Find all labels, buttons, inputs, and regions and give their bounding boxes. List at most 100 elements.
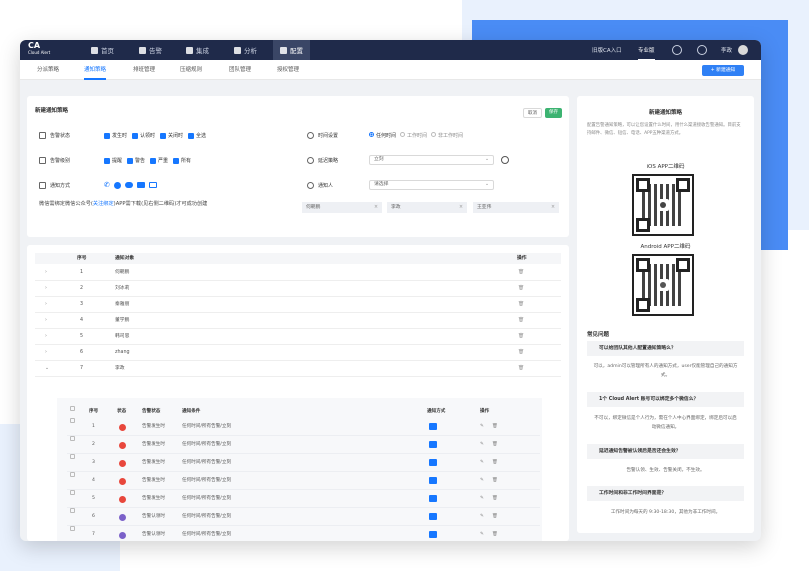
expand-chevron-icon[interactable]: › xyxy=(45,281,47,297)
trash-icon[interactable]: 🗑 xyxy=(518,329,524,345)
trash-icon[interactable]: 🗑 xyxy=(492,490,498,508)
table-row[interactable]: ⌄ 7 李政 🗑 xyxy=(35,361,561,377)
checkbox-remind[interactable]: 提醒 xyxy=(104,157,122,164)
row-name: 秦雅丽 xyxy=(115,302,130,307)
expand-chevron-icon[interactable]: › xyxy=(45,265,47,281)
status-icon xyxy=(39,132,46,139)
nav-config[interactable]: 配置 xyxy=(273,40,310,60)
delay-select[interactable]: 立刻 ⌄ xyxy=(369,155,494,165)
edit-icon[interactable]: ✎ xyxy=(480,526,484,541)
table-row[interactable]: › 2 刘冰莉 🗑 xyxy=(35,281,561,297)
close-icon[interactable]: × xyxy=(374,202,378,213)
table-row[interactable]: › 3 秦雅丽 🗑 xyxy=(35,297,561,313)
trash-icon[interactable]: 🗑 xyxy=(518,361,524,377)
tab-compress[interactable]: 压缩规则 xyxy=(180,60,202,80)
checkbox-critical[interactable]: 严重 xyxy=(150,157,168,164)
tab-notify-policy[interactable]: 通知策略 xyxy=(84,60,107,80)
expand-chevron-icon[interactable]: ⌄ xyxy=(45,361,49,377)
close-icon[interactable]: × xyxy=(551,202,555,213)
user-name[interactable]: 李政 xyxy=(721,40,732,60)
checkbox-all-severity[interactable]: 所有 xyxy=(173,157,191,164)
sms-icon[interactable] xyxy=(148,182,157,188)
notifier-tag[interactable]: 何朝鹏 × xyxy=(302,202,382,213)
avatar[interactable] xyxy=(738,45,748,55)
subtable-row[interactable]: 1 告警发生时 任何时间/所有告警/立刻 ✎ 🗑 xyxy=(67,418,540,436)
nav-integration[interactable]: 集成 xyxy=(179,40,216,60)
help-sidebar: 新建通知策略 配置告警通知策略，可以让您设置什么时间，用什么渠道接收告警通知。目… xyxy=(577,96,754,533)
subtable-row[interactable]: 2 告警发生时 任何时间/所有告警/立刻 ✎ 🗑 xyxy=(67,436,540,454)
notifier-tag[interactable]: 李政 × xyxy=(387,202,467,213)
expand-chevron-icon[interactable]: › xyxy=(45,313,47,329)
add-notify-button[interactable]: + 新建通知 xyxy=(702,65,744,76)
notifier-select[interactable]: 请选择 ⌄ xyxy=(369,180,494,190)
nav-alerts[interactable]: 告警 xyxy=(132,40,169,60)
help-icon[interactable] xyxy=(697,45,707,55)
radio-nonwork-time[interactable]: 非工作时间 xyxy=(431,132,463,139)
phone-icon[interactable]: ✆ xyxy=(104,181,110,189)
table-row[interactable]: › 4 董学鹏 🗑 xyxy=(35,313,561,329)
trash-icon[interactable]: 🗑 xyxy=(518,281,524,297)
trash-icon[interactable]: 🗑 xyxy=(518,265,524,281)
edit-icon[interactable]: ✎ xyxy=(480,436,484,454)
trash-icon[interactable]: 🗑 xyxy=(492,436,498,454)
faq-question[interactable]: 可以给团队其他人配置通知策略么？ xyxy=(587,341,744,356)
subtable-row[interactable]: 3 告警发生时 任何时间/所有告警/立刻 ✎ 🗑 xyxy=(67,454,540,472)
checkbox-close[interactable]: 关闭时 xyxy=(160,132,183,139)
cancel-button[interactable]: 取消 xyxy=(523,108,542,118)
nav-home[interactable]: 首页 xyxy=(84,40,121,60)
info-icon[interactable] xyxy=(501,156,509,164)
trash-icon[interactable]: 🗑 xyxy=(518,313,524,329)
edit-icon[interactable]: ✎ xyxy=(480,490,484,508)
expand-chevron-icon[interactable]: › xyxy=(45,345,47,361)
alert-status-label: 告警状态 xyxy=(39,132,70,139)
checkbox-warning[interactable]: 警告 xyxy=(127,157,145,164)
table-row[interactable]: › 1 何朝鹏 🗑 xyxy=(35,265,561,281)
settings-icon[interactable] xyxy=(672,45,682,55)
radio-any-time[interactable]: 任何时间 xyxy=(369,132,396,139)
mail-icon[interactable] xyxy=(136,182,145,188)
expand-chevron-icon[interactable]: › xyxy=(45,329,47,345)
close-icon[interactable]: × xyxy=(459,202,463,213)
nav-analysis[interactable]: 分析 xyxy=(227,40,264,60)
pro-edition-link[interactable]: 专业版 xyxy=(638,40,655,60)
wechat-icon[interactable] xyxy=(124,182,133,188)
subtable-row[interactable]: 4 告警发生时 任何时间/所有告警/立刻 ✎ 🗑 xyxy=(67,472,540,490)
table-row[interactable]: › 6 zhang 🗑 xyxy=(35,345,561,361)
tab-schedule[interactable]: 排班管理 xyxy=(133,60,155,80)
trash-icon[interactable]: 🗑 xyxy=(492,508,498,526)
tab-dispatch[interactable]: 分派策略 xyxy=(37,60,59,80)
trash-icon[interactable]: 🗑 xyxy=(492,454,498,472)
faq-question[interactable]: 1个 Cloud Alert 账号可以绑定多个微信么？ xyxy=(587,392,744,407)
checkbox-occur[interactable]: 发生时 xyxy=(104,132,127,139)
trash-icon[interactable]: 🗑 xyxy=(492,418,498,436)
trash-icon[interactable]: 🗑 xyxy=(492,526,498,541)
edit-icon[interactable]: ✎ xyxy=(480,454,484,472)
brand-logo[interactable]: CA Cloud Alert xyxy=(28,42,50,56)
trash-icon[interactable]: 🗑 xyxy=(518,345,524,361)
trash-icon[interactable]: 🗑 xyxy=(492,472,498,490)
faq-question[interactable]: 工作时间和非工作时间界面是？ xyxy=(587,486,744,501)
radio-work-time[interactable]: 工作时间 xyxy=(400,132,427,139)
checkbox-claim[interactable]: 认领时 xyxy=(132,132,155,139)
subtable-row[interactable]: 7 告警认领时 任何时间/所有告警/立刻 ✎ 🗑 xyxy=(67,526,540,541)
tab-auth[interactable]: 授权管理 xyxy=(277,60,299,80)
status-dot xyxy=(119,442,126,449)
row-alert-status: 告警发生时 xyxy=(142,460,165,465)
expand-chevron-icon[interactable]: › xyxy=(45,297,47,313)
save-button[interactable]: 保存 xyxy=(545,108,562,118)
app-icon[interactable] xyxy=(113,181,121,189)
old-version-link[interactable]: 旧版CA入口 xyxy=(592,40,622,60)
subtable-row[interactable]: 6 告警认领时 任何时间/所有告警/立刻 ✎ 🗑 xyxy=(67,508,540,526)
tab-team[interactable]: 团队管理 xyxy=(229,60,251,80)
trash-icon[interactable]: 🗑 xyxy=(518,297,524,313)
table-row[interactable]: › 5 韩司思 🗑 xyxy=(35,329,561,345)
follow-bind-link[interactable]: 关注绑定 xyxy=(93,200,114,207)
edit-icon[interactable]: ✎ xyxy=(480,508,484,526)
subtable-row[interactable]: 5 告警发生时 任何时间/所有告警/立刻 ✎ 🗑 xyxy=(67,490,540,508)
faq-question[interactable]: 延迟通知告警被认领后是否还会生效？ xyxy=(587,444,744,459)
checkbox-all[interactable]: 全选 xyxy=(188,132,206,139)
notifier-tag[interactable]: 王亚伟 × xyxy=(473,202,559,213)
edit-icon[interactable]: ✎ xyxy=(480,418,484,436)
edit-icon[interactable]: ✎ xyxy=(480,472,484,490)
opt-label: 所有 xyxy=(181,158,192,164)
